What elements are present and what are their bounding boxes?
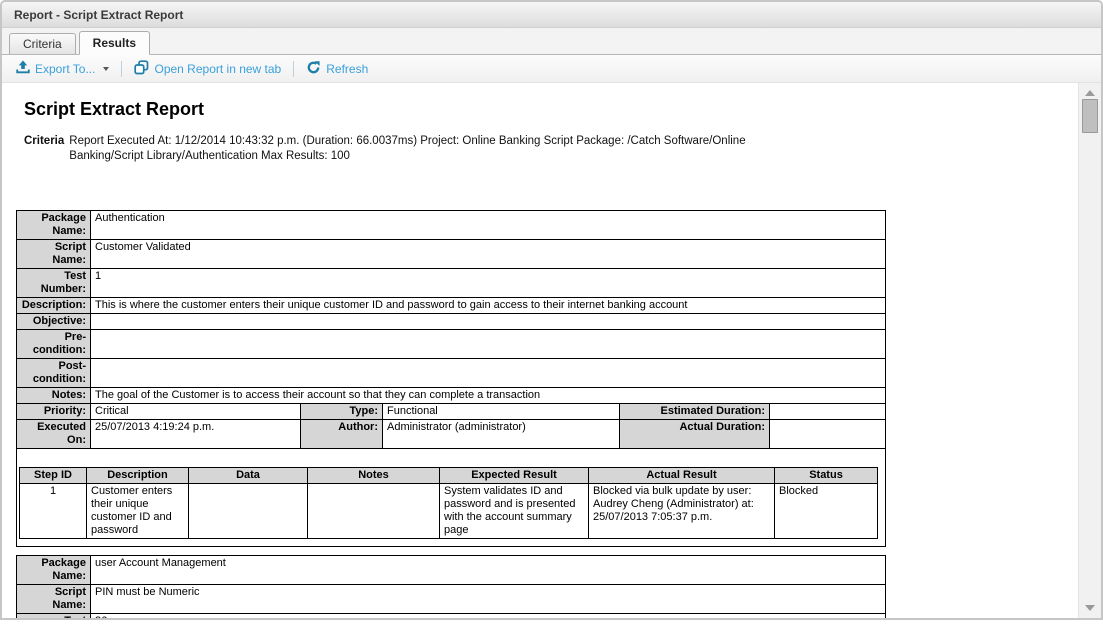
field-label: Description: [17,298,91,314]
field-value: PIN must be Numeric [91,585,886,614]
report-window: Report - Script Extract Report Criteria … [0,0,1103,620]
field-value [91,330,886,359]
field-label: Author: [301,420,383,449]
field-label: Notes: [17,388,91,404]
toolbar-separator [121,61,122,77]
column-header: Notes [308,468,440,484]
field-value: 25/07/2013 4:19:24 p.m. [91,420,301,449]
report-title: Script Extract Report [24,99,1065,120]
steps-table: Step ID Description Data Notes Expected … [19,467,878,539]
field-label: Pre-condition: [17,330,91,359]
report-content-pane: Script Extract Report Criteria Report Ex… [2,83,1101,618]
steps-header-row: Step ID Description Data Notes Expected … [20,468,878,484]
table-row: Test Number:36 [17,614,886,619]
table-row: Description:This is where the customer e… [17,298,886,314]
tab-criteria-label: Criteria [23,37,62,51]
table-row: Package Name:Authentication [17,211,886,240]
report-toolbar: Export To... Open Report in new tab Refr… [2,55,1101,83]
field-value: This is where the customer enters their … [91,298,886,314]
table-row: Package Name:user Account Management [17,556,886,585]
window-title: Report - Script Extract Report [14,8,183,22]
refresh-label: Refresh [326,62,368,76]
scroll-up-arrow-icon[interactable] [1085,90,1095,96]
field-value [91,314,886,330]
field-value: Administrator (administrator) [383,420,620,449]
field-value: The goal of the Customer is to access th… [91,388,886,404]
field-value [91,359,886,388]
field-label: Test Number: [17,614,91,619]
open-in-new-tab-icon [134,60,149,78]
refresh-icon [306,60,321,78]
column-header: Status [775,468,878,484]
step-status-cell: Blocked [775,484,878,539]
field-label: Type: [301,404,383,420]
tab-strip: Criteria Results [2,28,1101,55]
step-expected-result-cell: System validates ID and password and is … [440,484,589,539]
table-row: Objective: [17,314,886,330]
field-value: user Account Management [91,556,886,585]
tab-results-label: Results [93,36,136,50]
table-row: Script Name:PIN must be Numeric [17,585,886,614]
field-label: Priority: [17,404,91,420]
column-header: Actual Result [589,468,775,484]
dropdown-caret-icon [103,67,109,71]
column-header: Step ID [20,468,87,484]
steps-data-row: 1 Customer enters their unique customer … [20,484,878,539]
export-upload-icon [16,60,30,77]
step-actual-result-cell: Blocked via bulk update by user: Audrey … [589,484,775,539]
column-header: Expected Result [440,468,589,484]
script-detail-table-1: Package Name:Authentication Script Name:… [16,210,886,547]
table-row: Priority: Critical Type: Functional Esti… [17,404,886,420]
field-value [770,420,886,449]
field-label: Actual Duration: [620,420,770,449]
tab-criteria[interactable]: Criteria [9,33,76,55]
table-row: Notes:The goal of the Customer is to acc… [17,388,886,404]
table-row: Test Number:1 [17,269,886,298]
step-data-cell [189,484,308,539]
export-to-button[interactable]: Export To... [12,58,113,79]
refresh-button[interactable]: Refresh [302,58,372,80]
field-label: Estimated Duration: [620,404,770,420]
field-label: Objective: [17,314,91,330]
table-row: Script Name:Customer Validated [17,240,886,269]
window-titlebar: Report - Script Extract Report [2,2,1101,28]
field-value [770,404,886,420]
criteria-label: Criteria [24,134,64,164]
step-notes-cell [308,484,440,539]
field-value: Functional [383,404,620,420]
field-label: Package Name: [17,211,91,240]
field-value: Authentication [91,211,886,240]
step-id-cell: 1 [20,484,87,539]
field-label: Script Name: [17,240,91,269]
table-row: Pre-condition: [17,330,886,359]
step-description-cell: Customer enters their unique customer ID… [87,484,189,539]
field-value: Customer Validated [91,240,886,269]
field-value: 36 [91,614,886,619]
field-label: Post-condition: [17,359,91,388]
table-row: Executed On: 25/07/2013 4:19:24 p.m. Aut… [17,420,886,449]
table-row: Post-condition: [17,359,886,388]
tab-results[interactable]: Results [79,31,150,55]
column-header: Data [189,468,308,484]
criteria-summary: Criteria Report Executed At: 1/12/2014 1… [24,134,1065,164]
scroll-down-arrow-icon[interactable] [1085,605,1095,611]
field-label: Package Name: [17,556,91,585]
script-detail-table-2: Package Name:user Account Management Scr… [16,555,886,618]
table-row: Step ID Description Data Notes Expected … [17,449,886,547]
field-value: Critical [91,404,301,420]
scrollbar-thumb[interactable] [1082,99,1098,133]
steps-wrapper-cell: Step ID Description Data Notes Expected … [17,449,886,547]
toolbar-separator [293,61,294,77]
column-header: Description [87,468,189,484]
open-report-new-tab-button[interactable]: Open Report in new tab [130,58,285,80]
open-report-label: Open Report in new tab [154,62,281,76]
export-to-label: Export To... [35,62,95,76]
field-label: Script Name: [17,585,91,614]
vertical-scrollbar[interactable] [1078,83,1101,618]
field-label: Test Number: [17,269,91,298]
criteria-text: Report Executed At: 1/12/2014 10:43:32 p… [69,134,754,164]
field-label: Executed On: [17,420,91,449]
field-value: 1 [91,269,886,298]
